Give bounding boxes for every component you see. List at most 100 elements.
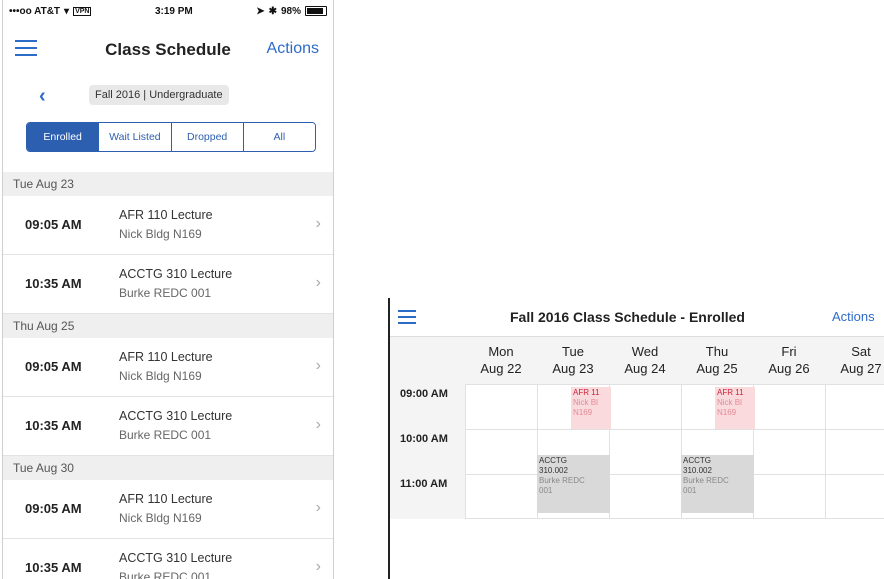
event-building: Burke REDC: [539, 476, 585, 485]
event-afr-110-thu[interactable]: AFR 11 Nick Bl N169: [715, 387, 755, 429]
menu-icon[interactable]: [398, 310, 416, 328]
column-date: Aug 25: [696, 361, 738, 376]
term-row: ‹ Fall 2016 | Undergraduate: [3, 78, 333, 114]
class-row[interactable]: 09:05 AM AFR 110 Lecture Nick Bldg N169 …: [3, 480, 333, 539]
column-header-wed: Wed Aug 24: [609, 343, 681, 377]
tab-enrolled[interactable]: Enrolled: [27, 123, 100, 151]
carrier-label: •••oo AT&T: [9, 5, 61, 17]
event-section: 310.002: [539, 466, 568, 475]
phone-screen: •••oo AT&T ▾ VPN 3:19 PM ➤ ✱ 98% Class S…: [2, 0, 334, 579]
day-header: Tue Aug 30: [3, 456, 333, 480]
class-time: 10:35 AM: [25, 560, 82, 575]
chevron-right-icon: ›: [315, 499, 321, 516]
class-name: AFR 110 Lecture: [119, 208, 213, 222]
chevron-right-icon: ›: [315, 416, 321, 433]
column-date: Aug 24: [624, 361, 666, 376]
event-section: 310.002: [683, 466, 712, 475]
actions-button[interactable]: Actions: [267, 40, 319, 58]
chevron-right-icon: ›: [315, 357, 321, 374]
column-day: Sat: [851, 344, 871, 359]
day-header: Tue Aug 23: [3, 172, 333, 196]
clock: 3:19 PM: [154, 5, 193, 17]
event-title: ACCTG: [683, 456, 711, 465]
chevron-right-icon: ›: [315, 274, 321, 291]
column-header-fri: Fri Aug 26: [753, 343, 825, 377]
week-title: Fall 2016 Class Schedule - Enrolled: [510, 309, 745, 325]
event-room: N169: [573, 408, 593, 417]
class-time: 10:35 AM: [25, 276, 82, 291]
class-time: 09:05 AM: [25, 501, 82, 516]
tab-all[interactable]: All: [243, 123, 315, 151]
bluetooth-icon: ✱: [268, 5, 277, 17]
time-grid: [465, 384, 884, 519]
event-acctg-310-thu[interactable]: ACCTG 310.002 Burke REDC 001: [681, 455, 754, 513]
class-row[interactable]: 10:35 AM ACCTG 310 Lecture Burke REDC 00…: [3, 397, 333, 456]
class-row[interactable]: 09:05 AM AFR 110 Lecture Nick Bldg N169 …: [3, 338, 333, 397]
event-building: Burke REDC: [683, 476, 729, 485]
column-date: Aug 23: [552, 361, 594, 376]
class-name: ACCTG 310 Lecture: [119, 267, 233, 281]
class-time: 09:05 AM: [25, 359, 82, 374]
back-chevron-icon[interactable]: ‹: [39, 85, 46, 108]
event-acctg-310-tue[interactable]: ACCTG 310.002 Burke REDC 001: [537, 455, 610, 513]
column-day: Tue: [562, 344, 584, 359]
actions-button[interactable]: Actions: [832, 309, 875, 324]
event-room: N169: [717, 408, 737, 417]
column-header-tue: Tue Aug 23: [537, 343, 609, 377]
chevron-right-icon: ›: [315, 215, 321, 232]
event-afr-110-tue[interactable]: AFR 11 Nick Bl N169: [571, 387, 611, 429]
column-header-sat: Sat Aug 27: [825, 343, 884, 377]
column-header-mon: Mon Aug 22: [465, 343, 537, 377]
nav-bar: Class Schedule Actions: [3, 22, 333, 78]
week-schedule-view: Fall 2016 Class Schedule - Enrolled Acti…: [388, 298, 884, 579]
class-row[interactable]: 09:05 AM AFR 110 Lecture Nick Bldg N169 …: [3, 196, 333, 255]
status-bar: •••oo AT&T ▾ VPN 3:19 PM ➤ ✱ 98%: [3, 0, 333, 22]
event-building: Nick Bl: [573, 398, 598, 407]
class-time: 10:35 AM: [25, 418, 82, 433]
filter-segmented-control: Enrolled Wait Listed Dropped All: [26, 122, 316, 152]
wifi-icon: ▾: [64, 5, 70, 17]
day-header: Thu Aug 25: [3, 314, 333, 338]
menu-icon[interactable]: [15, 40, 37, 61]
column-date: Aug 22: [480, 361, 522, 376]
event-title: AFR 11: [717, 388, 744, 397]
event-title: AFR 11: [573, 388, 600, 397]
column-header-thu: Thu Aug 25: [681, 343, 753, 377]
class-location: Nick Bldg N169: [119, 227, 202, 241]
event-building: Nick Bl: [717, 398, 742, 407]
class-location: Nick Bldg N169: [119, 369, 202, 383]
location-icon: ➤: [256, 5, 265, 17]
term-selector[interactable]: Fall 2016 | Undergraduate: [89, 85, 229, 105]
tab-wait-listed[interactable]: Wait Listed: [99, 123, 172, 151]
class-list: Tue Aug 23 09:05 AM AFR 110 Lecture Nick…: [3, 172, 333, 579]
class-name: AFR 110 Lecture: [119, 492, 213, 506]
time-label: 09:00 AM: [400, 388, 448, 400]
column-day: Mon: [488, 344, 514, 359]
class-name: AFR 110 Lecture: [119, 350, 213, 364]
class-time: 09:05 AM: [25, 217, 82, 232]
vpn-badge: VPN: [73, 6, 92, 16]
column-day: Thu: [705, 344, 729, 359]
class-location: Burke REDC 001: [119, 428, 212, 442]
column-day: Wed: [631, 344, 659, 359]
column-date: Aug 26: [768, 361, 810, 376]
event-room: 001: [539, 486, 553, 495]
tab-dropped[interactable]: Dropped: [171, 123, 244, 151]
column-date: Aug 27: [840, 361, 882, 376]
calendar-grid: Mon Aug 22 Tue Aug 23 Wed Aug 24 Thu Aug…: [390, 337, 884, 519]
battery-percent: 98%: [280, 5, 301, 17]
class-name: ACCTG 310 Lecture: [119, 409, 233, 423]
class-row[interactable]: 10:35 AM ACCTG 310 Lecture Burke REDC 00…: [3, 539, 333, 579]
class-location: Nick Bldg N169: [119, 511, 202, 525]
battery-icon: [304, 6, 327, 16]
class-row[interactable]: 10:35 AM ACCTG 310 Lecture Burke REDC 00…: [3, 255, 333, 314]
event-title: ACCTG: [539, 456, 567, 465]
column-day: Fri: [781, 344, 797, 359]
class-name: ACCTG 310 Lecture: [119, 551, 233, 565]
chevron-right-icon: ›: [315, 558, 321, 575]
class-location: Burke REDC 001: [119, 286, 212, 300]
time-label: 11:00 AM: [400, 478, 448, 490]
week-header: Fall 2016 Class Schedule - Enrolled Acti…: [390, 298, 884, 337]
class-location: Burke REDC 001: [119, 570, 212, 579]
event-room: 001: [683, 486, 697, 495]
